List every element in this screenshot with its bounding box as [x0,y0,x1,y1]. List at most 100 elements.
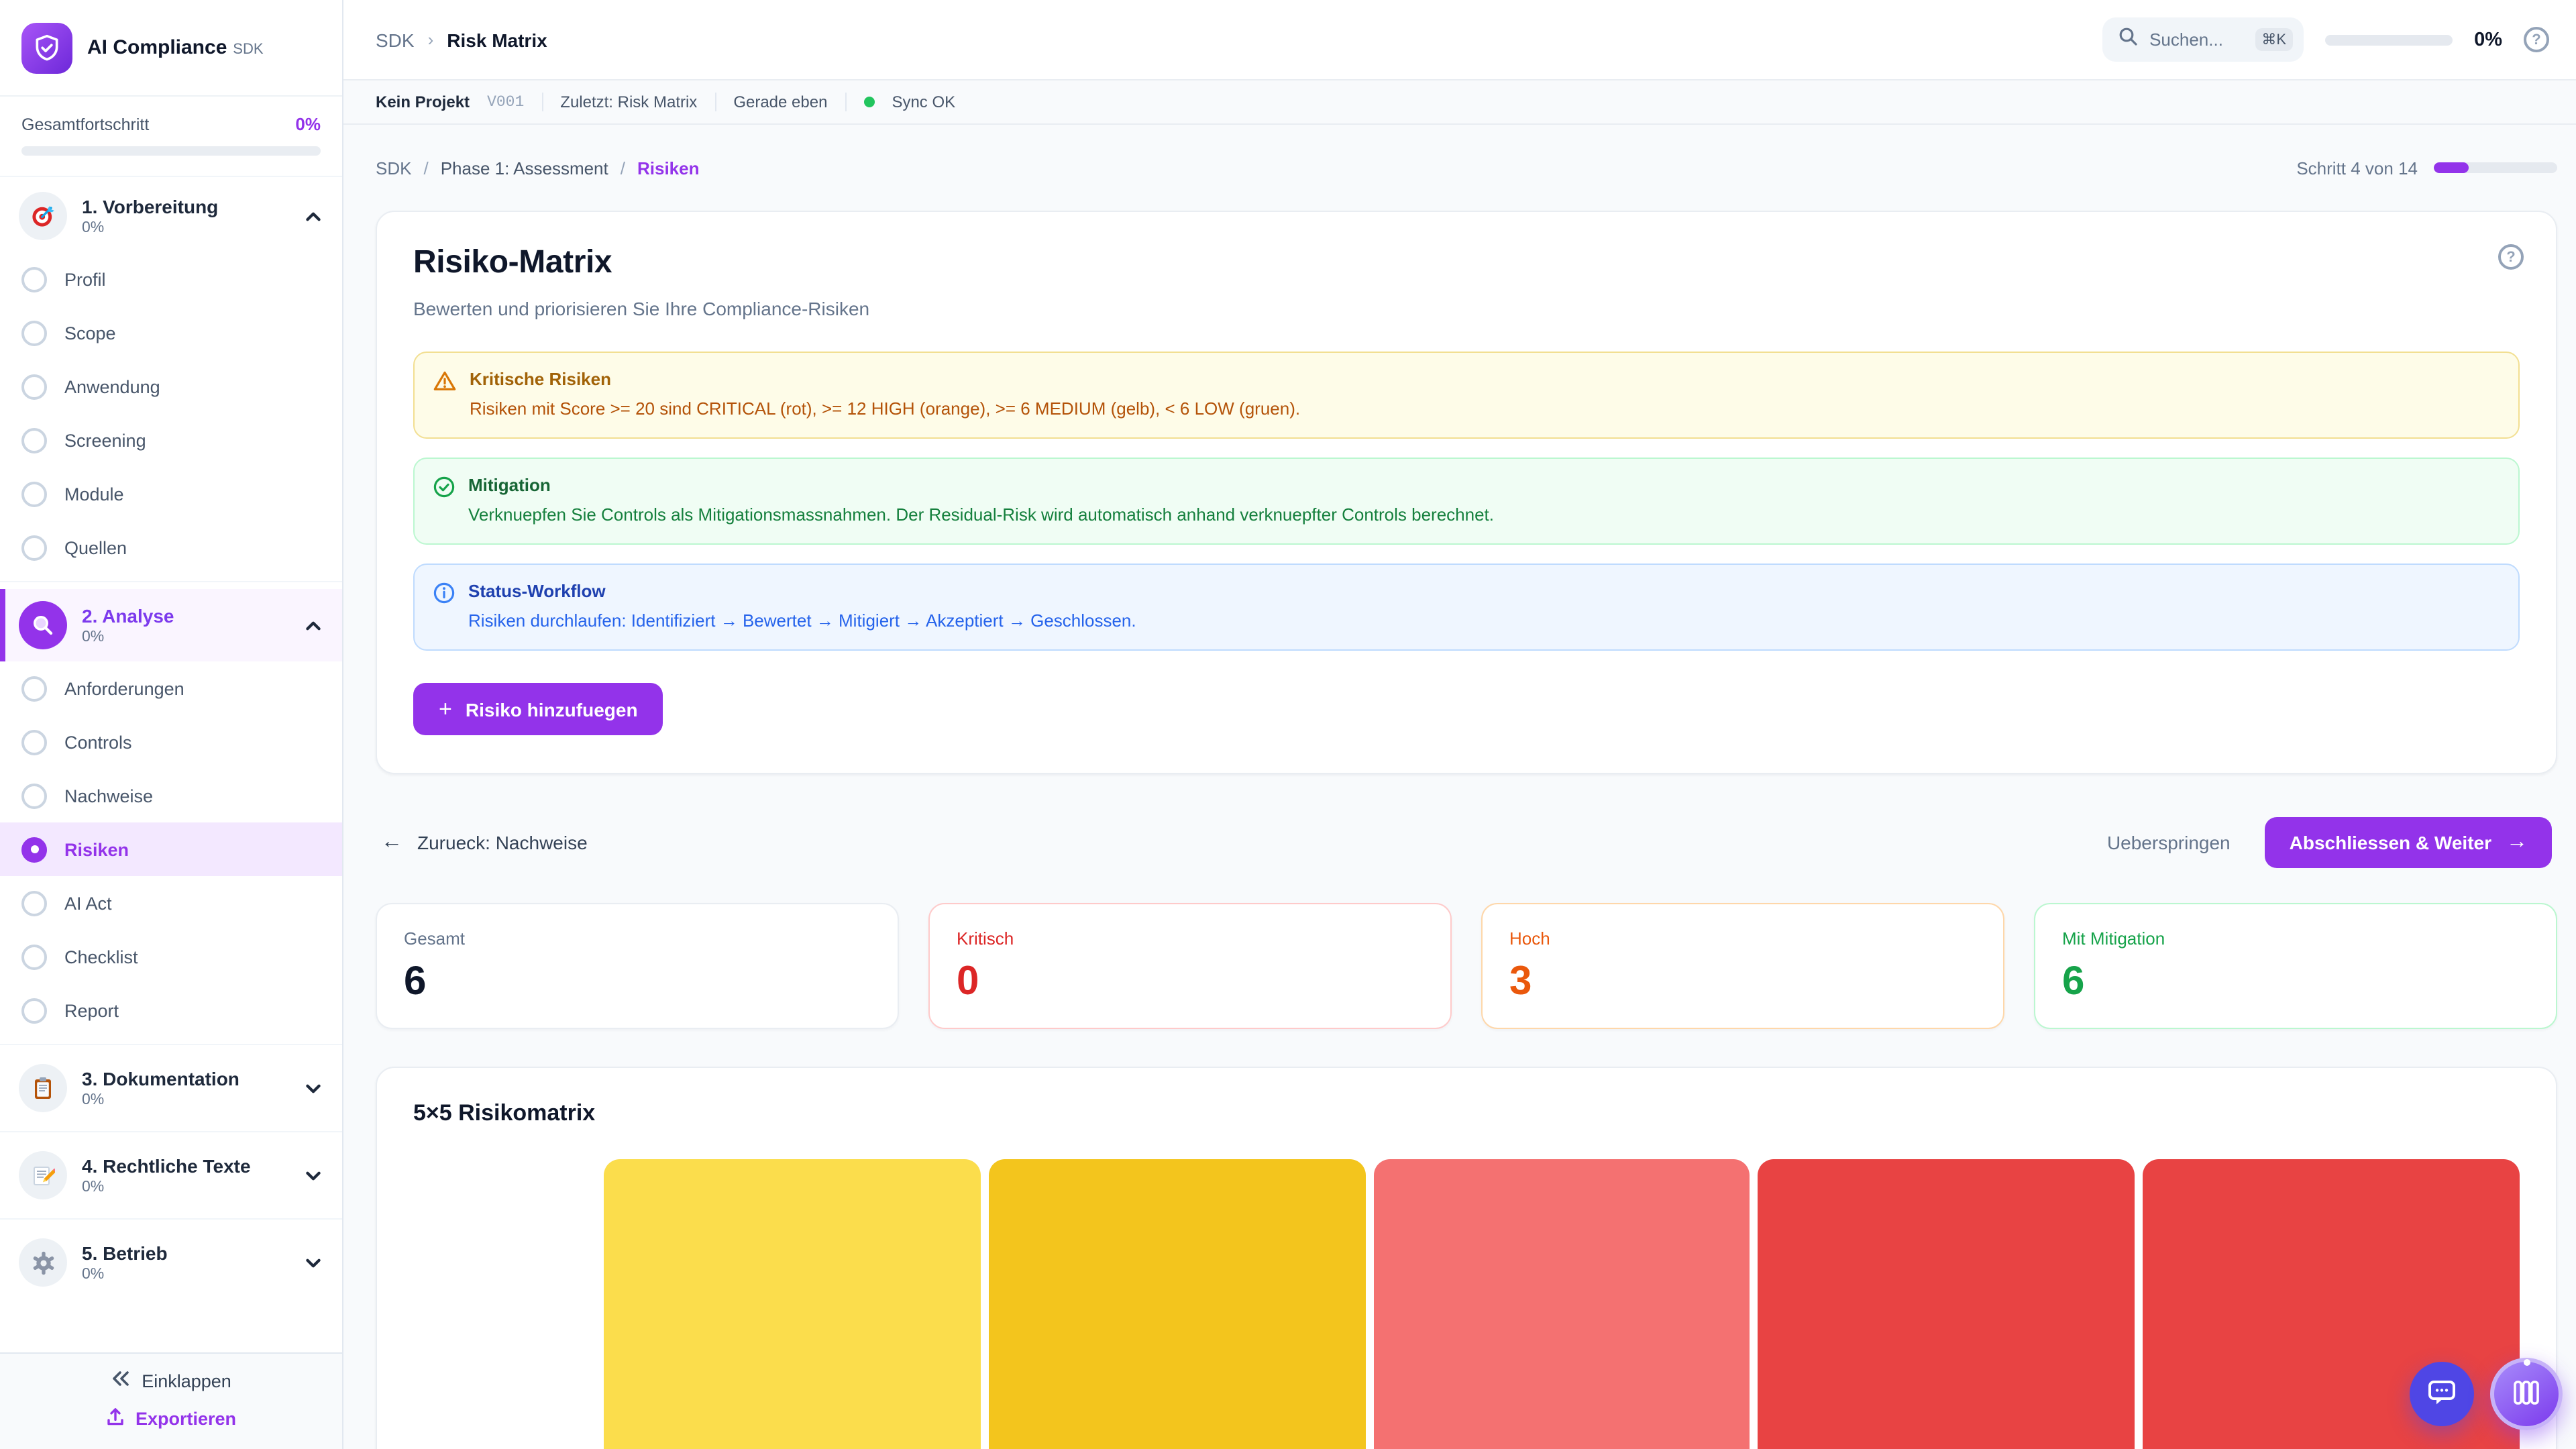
skip-button[interactable]: Ueberspringen [2107,832,2231,853]
info-box-title: Kritische Risiken [470,369,1300,389]
stat-card-mit-mitigation: Mit Mitigation 6 [2034,903,2557,1029]
info-box-title: Mitigation [468,475,1494,495]
chevron-up-icon[interactable] [303,206,323,226]
overall-progress-track [21,146,321,156]
chat-bubble-icon [2426,1376,2458,1412]
sidebar-section-dokumentation[interactable]: 3. Dokumentation 0% [0,1052,342,1124]
sidebar-item-screening[interactable]: Screening [0,413,342,467]
stat-value: 6 [2062,959,2529,1004]
finish-next-button[interactable]: Abschliessen & Weiter → [2265,817,2552,868]
matrix-cell[interactable] [1758,1159,2135,1449]
export-button[interactable]: Exportieren [106,1407,236,1430]
sync-status-dot [863,97,874,107]
overall-progress: Gesamtfortschritt 0% [0,97,342,177]
sidebar-item-anforderungen[interactable]: Anforderungen [0,661,342,715]
app-subtitle: SDK [233,41,263,57]
sidebar-section-analyse[interactable]: 2. Analyse 0% [0,589,342,661]
stat-value: 6 [404,959,871,1004]
content-area: SDK / Phase 1: Assessment / Risiken Schr… [343,125,2576,1449]
chevron-up-icon[interactable] [303,615,323,635]
radio-circle-icon [21,427,47,453]
help-icon[interactable]: ? [2524,27,2549,52]
sidebar-item-checklist[interactable]: Checklist [0,930,342,983]
radio-circle-icon [21,890,47,916]
stat-value: 3 [1509,959,1976,1004]
sidebar-item-label: Nachweise [64,786,153,806]
page-crumb-root[interactable]: SDK [376,158,411,178]
sidebar-item-risiken[interactable]: Risiken [0,822,342,876]
slash-separator: / [621,158,625,178]
step-progress-fill [2434,162,2469,173]
matrix-cell[interactable] [1373,1159,1750,1449]
divider [714,93,716,111]
info-box-title: Status-Workflow [468,581,1136,601]
kanban-board-button[interactable] [2490,1358,2563,1430]
sync-status-label: Sync OK [892,93,955,111]
radio-circle-icon [21,374,47,399]
stat-label: Hoch [1509,928,1976,949]
collapse-sidebar-button[interactable]: Einklappen [111,1370,231,1391]
sidebar-section-vorbereitung[interactable]: 1. Vorbereitung 0% [0,180,342,252]
divider [0,1131,342,1132]
section-percent: 0% [82,221,218,237]
matrix-cell[interactable] [989,1159,1366,1449]
page-title: Risiko-Matrix [413,244,2520,282]
radio-circle-icon [21,998,47,1023]
stat-card-hoch: Hoch 3 [1481,903,2004,1029]
divider [541,93,543,111]
search-input[interactable]: Suchen... ⌘K [2102,17,2304,62]
last-visited: Zuletzt: Risk Matrix [560,93,697,111]
search-placeholder: Suchen... [2149,30,2243,50]
radio-circle-icon [21,676,47,701]
sidebar-item-scope[interactable]: Scope [0,306,342,360]
sidebar-item-label: Report [64,1000,119,1020]
divider [0,581,342,582]
search-icon [2118,27,2137,52]
last-saved-time: Gerade eben [733,93,827,111]
chevron-down-icon[interactable] [303,1252,323,1273]
info-box-content: Kritische Risiken Risiken mit Score >= 2… [470,369,1300,421]
back-label: Zurueck: Nachweise [417,832,588,853]
sidebar-item-nachweise[interactable]: Nachweise [0,769,342,822]
sidebar-item-anwendung[interactable]: Anwendung [0,360,342,413]
floating-buttons [2410,1358,2563,1430]
card-help-icon[interactable]: ? [2498,244,2524,270]
sidebar-item-report[interactable]: Report [0,983,342,1037]
chat-feedback-button[interactable] [2410,1362,2474,1426]
sidebar-item-controls[interactable]: Controls [0,715,342,769]
sidebar-item-module[interactable]: Module [0,467,342,521]
risk-matrix-grid-card: 5×5 Risikomatrix [376,1067,2557,1449]
sidebar-item-label: Anwendung [64,376,160,396]
sidebar-item-quellen[interactable]: Quellen [0,521,342,574]
radio-circle-icon [21,944,47,969]
sidebar: AI Compliance SDK Gesamtfortschritt 0% 1… [0,0,343,1449]
topbar-progress-value: 0% [2474,29,2502,50]
info-box-critical-risks: Kritische Risiken Risiken mit Score >= 2… [413,352,2520,439]
breadcrumb-root[interactable]: SDK [376,29,415,50]
app-title: AI Compliance [87,36,227,58]
chevron-separator: › [428,30,434,50]
matrix-cell[interactable] [604,1159,981,1449]
chevron-down-icon[interactable] [303,1165,323,1185]
matrix-row-label-column [413,1159,596,1449]
section-percent: 0% [82,1093,239,1109]
sidebar-item-label: Anforderungen [64,678,184,698]
export-label: Exportieren [136,1409,236,1429]
radio-circle-icon [21,729,47,755]
topbar-right: Suchen... ⌘K 0% ? [2102,17,2549,62]
info-box-body: Verknuepfen Sie Controls als Mitigations… [468,504,1494,525]
warning-triangle-icon [433,369,456,392]
section-meta: 3. Dokumentation 0% [82,1067,239,1109]
info-box-body: Risiken durchlaufen: Identifiziert → Bew… [468,610,1136,631]
sidebar-section-betrieb[interactable]: 5. Betrieb 0% [0,1226,342,1299]
add-risk-button[interactable]: + Risiko hinzufuegen [413,683,663,735]
sidebar-section-rechtliche-texte[interactable]: 4. Rechtliche Texte 0% [0,1139,342,1212]
sidebar-item-profil[interactable]: Profil [0,252,342,306]
chevron-down-icon[interactable] [303,1078,323,1098]
page-subtitle: Bewerten und priorisieren Sie Ihre Compl… [413,298,2520,319]
back-button[interactable]: ← Zurueck: Nachweise [381,832,588,853]
page-crumb-phase[interactable]: Phase 1: Assessment [441,158,608,178]
project-name: Kein Projekt [376,93,470,111]
sidebar-item-ai-act[interactable]: AI Act [0,876,342,930]
radio-circle-icon [21,320,47,345]
